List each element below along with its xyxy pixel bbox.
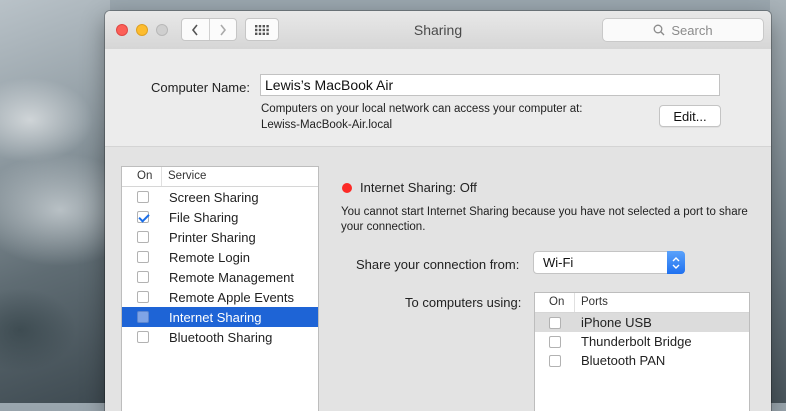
service-row[interactable]: Remote Management bbox=[122, 267, 318, 287]
share-from-label: Share your connection from: bbox=[356, 257, 520, 272]
service-checkbox[interactable] bbox=[137, 231, 149, 243]
service-row[interactable]: Printer Sharing bbox=[122, 227, 318, 247]
service-name: Bluetooth Sharing bbox=[169, 329, 273, 345]
port-rows: iPhone USB Thunderbolt Bridge Bluetooth PA… bbox=[535, 313, 749, 370]
service-checkbox[interactable] bbox=[137, 311, 149, 323]
service-row[interactable]: Bluetooth Sharing bbox=[122, 327, 318, 347]
service-checkbox-cell bbox=[122, 271, 162, 283]
service-description: You cannot start Internet Sharing becaus… bbox=[341, 206, 748, 233]
ports-list: On Ports iPhone USB Thunderbolt Bridge Blu… bbox=[534, 292, 750, 411]
service-checkbox[interactable] bbox=[137, 211, 149, 223]
port-checkbox-cell bbox=[535, 354, 575, 367]
port-checkbox-cell bbox=[535, 316, 575, 329]
desktop-wallpaper-right bbox=[770, 0, 786, 403]
computer-name-field[interactable]: Lewis’s MacBook Air bbox=[260, 74, 720, 96]
service-status: Internet Sharing: Off bbox=[360, 180, 477, 195]
service-row[interactable]: Remote Apple Events bbox=[122, 287, 318, 307]
service-row[interactable]: Remote Login bbox=[122, 247, 318, 267]
service-name: Internet Sharing bbox=[169, 309, 262, 325]
search-placeholder: Search bbox=[671, 22, 713, 38]
service-name: Remote Management bbox=[169, 269, 295, 285]
service-checkbox-cell bbox=[122, 251, 162, 263]
service-name: File Sharing bbox=[169, 209, 239, 225]
network-address-info: Computers on your local network can acce… bbox=[261, 101, 583, 133]
sharing-main: On Service Screen Sharing File Sharing Pri… bbox=[105, 146, 771, 411]
service-list-header: On Service bbox=[122, 167, 318, 187]
ports-list-header: On Ports bbox=[535, 293, 749, 313]
ports-column-header-on[interactable]: On bbox=[535, 293, 575, 312]
popup-arrows-icon bbox=[667, 251, 685, 274]
service-checkbox-cell bbox=[122, 311, 162, 323]
service-name: Screen Sharing bbox=[169, 189, 259, 205]
desktop-wallpaper bbox=[0, 0, 110, 403]
network-info-line1: Computers on your local network can acce… bbox=[261, 103, 583, 115]
service-checkbox[interactable] bbox=[137, 191, 149, 203]
service-checkbox-cell bbox=[122, 291, 162, 303]
column-header-service[interactable]: Service bbox=[162, 167, 206, 186]
service-row[interactable]: Internet Sharing bbox=[122, 307, 318, 327]
service-name: Remote Apple Events bbox=[169, 289, 295, 305]
to-computers-label: To computers using: bbox=[405, 295, 522, 310]
search-icon bbox=[653, 24, 665, 36]
port-name: Thunderbolt Bridge bbox=[581, 334, 692, 349]
port-row[interactable]: Bluetooth PAN bbox=[535, 351, 749, 370]
port-name: Bluetooth PAN bbox=[581, 353, 666, 368]
share-from-popup[interactable]: Wi-Fi bbox=[533, 251, 685, 274]
service-checkbox-cell bbox=[122, 331, 162, 343]
service-row[interactable]: File Sharing bbox=[122, 207, 318, 227]
title-bar: Sharing Search bbox=[105, 11, 771, 50]
port-row[interactable]: iPhone USB bbox=[535, 313, 749, 332]
service-name: Remote Login bbox=[169, 249, 250, 265]
port-checkbox[interactable] bbox=[549, 316, 561, 329]
service-checkbox-cell bbox=[122, 211, 162, 223]
network-info-line2: Lewiss-MacBook-Air.local bbox=[261, 119, 393, 131]
service-list: On Service Screen Sharing File Sharing Pri… bbox=[121, 166, 319, 411]
column-header-on[interactable]: On bbox=[122, 167, 162, 186]
share-from-value: Wi-Fi bbox=[543, 255, 574, 270]
service-checkbox[interactable] bbox=[137, 251, 149, 263]
search-field[interactable]: Search bbox=[602, 18, 764, 42]
port-checkbox-cell bbox=[535, 335, 575, 348]
service-checkbox-cell bbox=[122, 231, 162, 243]
service-row[interactable]: Screen Sharing bbox=[122, 187, 318, 207]
computer-name-label: Computer Name: bbox=[151, 80, 250, 95]
port-row[interactable]: Thunderbolt Bridge bbox=[535, 332, 749, 351]
port-name: iPhone USB bbox=[581, 315, 652, 330]
service-checkbox[interactable] bbox=[137, 331, 149, 343]
service-checkbox[interactable] bbox=[137, 291, 149, 303]
sharing-window: Sharing Search Computer Name: Lewis’s Ma… bbox=[105, 11, 771, 411]
edit-button[interactable]: Edit... bbox=[659, 105, 721, 127]
service-name: Printer Sharing bbox=[169, 229, 256, 245]
service-checkbox-cell bbox=[122, 191, 162, 203]
port-checkbox[interactable] bbox=[549, 354, 561, 367]
ports-column-header-ports[interactable]: Ports bbox=[575, 293, 608, 312]
status-indicator bbox=[342, 183, 352, 193]
service-checkbox[interactable] bbox=[137, 271, 149, 283]
service-rows: Screen Sharing File Sharing Printer Sharin… bbox=[122, 187, 318, 347]
port-checkbox[interactable] bbox=[549, 335, 561, 348]
computer-name-section: Computer Name: Lewis’s MacBook Air Compu… bbox=[105, 49, 771, 146]
